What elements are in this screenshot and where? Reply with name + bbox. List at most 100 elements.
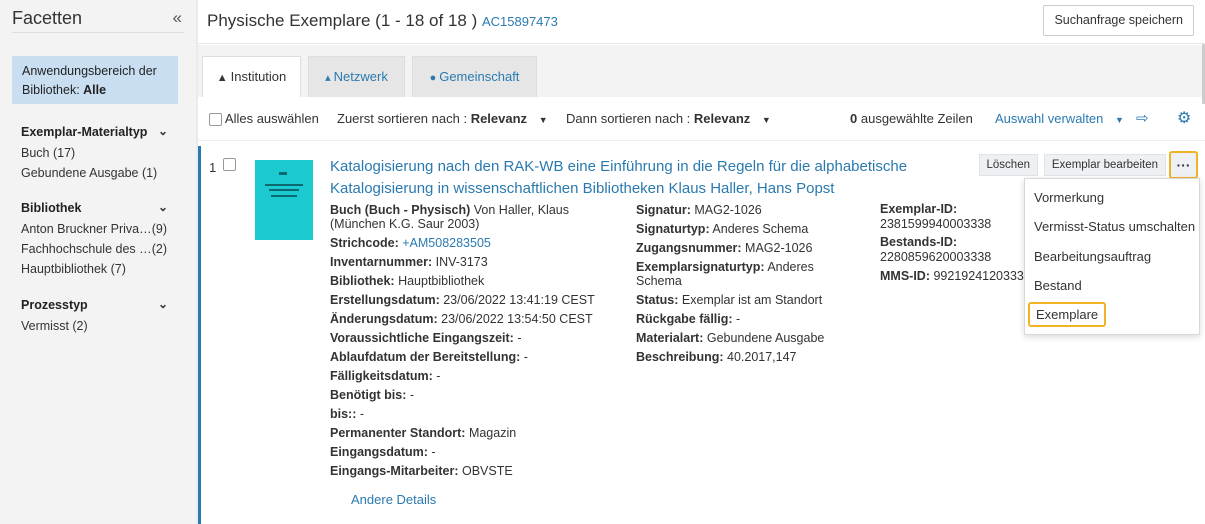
selected-text: ausgewählte Zeilen [860,111,973,126]
field-value: Gebundene Ausgabe [706,331,825,345]
menu-item-holdings[interactable]: Bestand [1034,278,1082,293]
more-actions-button[interactable]: ··· [1169,151,1198,179]
field-row: Status: Exemplar ist am Standort [636,292,866,311]
field-label: Bestands-ID: [880,235,958,249]
row-checkbox[interactable] [223,158,236,171]
field-label: Status: [636,293,679,307]
field-value: - [523,350,528,364]
field-label: Strichcode: [330,236,399,250]
menu-item-work-order[interactable]: Bearbeitungsauftrag [1034,249,1151,264]
field-value: - [517,331,522,345]
field-label: Eingangsdatum: [330,445,428,459]
tab-label: Netzwerk [333,69,388,84]
item-author: Von Haller, Klaus [470,203,569,217]
sort-secondary-dropdown[interactable]: Dann sortieren nach : Relevanz ▼ [566,111,771,126]
page-title: Physische Exemplare (1 - 18 of 18 ) AC15… [207,11,558,31]
field-label: Inventarnummer: [330,255,433,269]
menu-item-items[interactable]: Exemplare [1028,302,1107,327]
save-search-button[interactable]: Suchanfrage speichern [1043,5,1194,36]
field-row: Rückgabe fällig: - [636,311,866,330]
field-value: - [736,312,741,326]
chevron-down-icon[interactable]: ⌄ [158,124,168,138]
page-title-text: Physische Exemplare (1 - 18 of 18 ) [207,11,478,30]
export-icon[interactable]: ⇨ [1136,109,1149,127]
tab-institution[interactable]: ▲ Institution [202,56,301,98]
facet-item[interactable]: Anton Bruckner Priva… (9) [21,219,171,239]
chevron-down-icon[interactable]: ⌄ [158,200,168,214]
select-all[interactable]: Alles auswählen [209,111,319,127]
facet-group-label: Bibliothek [21,201,82,215]
edit-item-button[interactable]: Exemplar bearbeiten [1043,154,1166,176]
facet-item-label: Gebundene Ausgabe (1) [21,166,158,180]
gear-icon[interactable]: ⚙ [1177,108,1191,128]
field-label: Erstellungsdatum: [330,293,440,307]
item-details-column-3: Exemplar-ID: 2381599940003338 Bestands-I… [880,202,1030,287]
field-value: - [436,369,441,383]
mms-id-row: MMS-ID: 9921924120333 [880,268,1030,287]
tab-community[interactable]: ● Gemeinschaft [412,56,537,97]
field-row: Permanenter Standort: Magazin [330,425,620,444]
field-row: Zugangsnummer: MAG2-1026 [636,240,866,259]
field-row: Ablaufdatum der Bereitstellung: - [330,349,620,368]
barcode-link[interactable]: +AM508283505 [402,236,491,250]
field-label: Signaturtyp: [636,222,710,236]
facet-item-label: Fachhochschule des … [21,242,152,256]
field-row: Inventarnummer: INV-3173 [330,254,620,273]
field-label: Voraussichtliche Eingangszeit: [330,331,514,345]
chevron-down-icon[interactable]: ⌄ [158,297,168,311]
field-row: Eingangsdatum: - [330,444,620,463]
scope-value: Alle [83,83,107,97]
library-scope-box[interactable]: Anwendungsbereich der Bibliothek: Alle [12,56,178,104]
facet-item-label: Hauptbibliothek (7) [21,262,126,276]
selected-rows-count: 0 ausgewählte Zeilen [850,111,973,126]
facet-group-process-type: Prozesstyp ⌄ Vermisst (2) [21,297,171,336]
facet-item[interactable]: Buch (17) [21,143,171,163]
menu-item-hold[interactable]: Vormerkung [1034,190,1104,205]
field-row: Schema [636,273,866,292]
facet-item[interactable]: Vermisst (2) [21,316,171,336]
network-icon: ▴ [325,72,331,84]
field-value: - [431,445,436,459]
other-details-link[interactable]: Andere Details [351,492,436,507]
select-all-checkbox[interactable] [209,113,222,127]
tab-network[interactable]: ▴ Netzwerk [308,56,405,97]
result-title-link[interactable]: Katalogisierung nach den RAK-WB eine Ein… [330,156,995,200]
field-row: Bibliothek: Hauptbibliothek [330,273,620,292]
facet-item[interactable]: Hauptbibliothek (7) [21,259,171,279]
field-label: MMS-ID: [880,269,930,283]
double-chevron-left-icon[interactable]: « [173,8,182,28]
field-value: MAG2-1026 [694,203,762,217]
field-row: Signatur: MAG2-1026 [636,202,866,221]
facet-group-title[interactable]: Exemplar-Materialtyp ⌄ [21,124,171,143]
facet-group-title[interactable]: Prozesstyp ⌄ [21,297,171,316]
field-value: 9921924120333 [933,269,1024,283]
home-icon: ▲ [216,72,228,84]
sort-primary-dropdown[interactable]: Zuerst sortieren nach : Relevanz ▼ [337,111,548,126]
facet-item[interactable]: Gebundene Ausgabe (1) [21,163,171,183]
main-area: Physische Exemplare (1 - 18 of 18 ) AC15… [198,0,1205,524]
field-label: Ablaufdatum der Bereitstellung: [330,350,521,364]
page-header: Physische Exemplare (1 - 18 of 18 ) AC15… [198,0,1205,44]
item-details-column-2: Signatur: MAG2-1026 Signaturtyp: Anderes… [636,202,866,368]
facet-group-library: Bibliothek ⌄ Anton Bruckner Priva… (9) Fa… [21,200,171,279]
sort-primary-value: Relevanz [470,111,528,126]
facet-group-title[interactable]: Bibliothek ⌄ [21,200,171,219]
record-id-link[interactable]: AC15897473 [482,14,558,29]
delete-button[interactable]: Löschen [978,154,1038,176]
field-row: Erstellungsdatum: 23/06/2022 13:41:19 CE… [330,292,620,311]
caret-down-icon: ▼ [761,115,771,125]
users-icon: ● [429,72,437,84]
facet-item-label: Vermisst (2) [21,319,88,333]
item-publication: (München K.G. Saur 2003) [330,217,480,231]
facet-item[interactable]: Fachhochschule des … (2) [21,239,171,259]
field-label: Rückgabe fällig: [636,312,733,326]
field-value: MAG2-1026 [745,241,813,255]
exemplar-id-value: 2381599940003338 [880,217,992,231]
book-cover-thumbnail[interactable] [255,160,313,240]
field-value: - [359,407,365,421]
field-label: Zugangsnummer: [636,241,742,255]
facets-header: Facetten « [12,8,184,33]
field-value: OBVSTE [461,464,513,478]
manage-selection-dropdown[interactable]: Auswahl verwalten ▼ [995,111,1124,126]
menu-item-toggle-missing[interactable]: Vermisst-Status umschalten [1034,219,1195,234]
